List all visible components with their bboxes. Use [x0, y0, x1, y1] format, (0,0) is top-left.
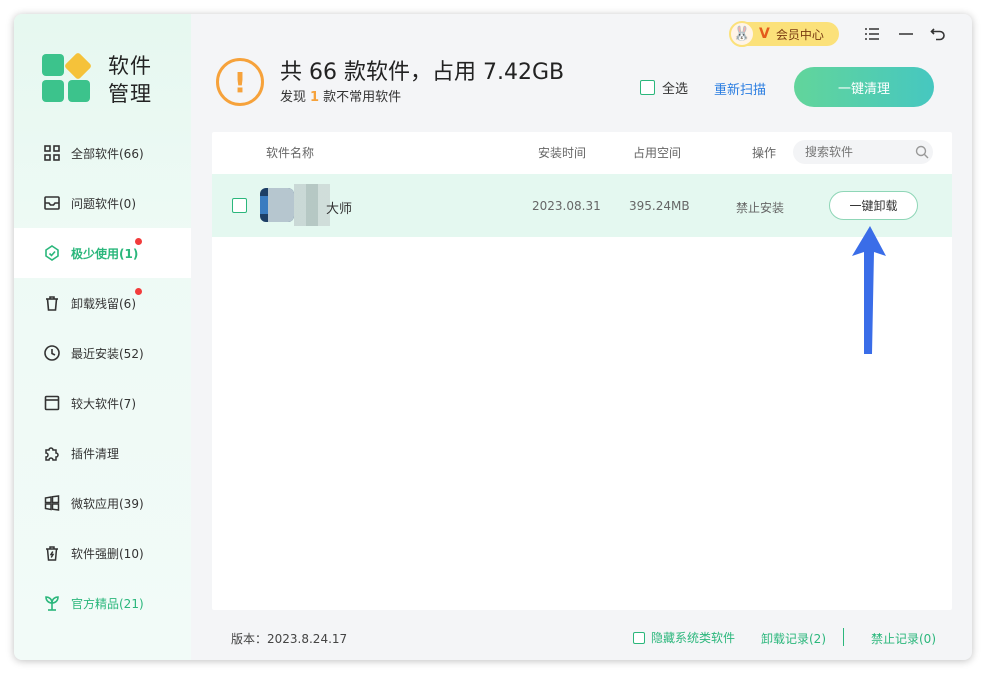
- hide-system-checkbox[interactable]: 隐藏系统类软件: [633, 629, 735, 646]
- arrow-up-icon: [852, 226, 886, 354]
- sidebar-item-official[interactable]: 官方精品(21): [14, 578, 191, 628]
- sidebar-item-recent[interactable]: 最近安装(52): [14, 328, 191, 378]
- notification-badge: [135, 238, 142, 245]
- table-row[interactable]: 大师 2023.08.31 395.24MB 禁止安装 一键卸载: [212, 174, 952, 237]
- block-records-link[interactable]: 禁止记录(0): [871, 630, 936, 647]
- sidebar-nav: 全部软件(66) 问题软件(0) 极少使用(1) 卸载残留(6) 最近安装(52…: [14, 128, 191, 628]
- block-install-link[interactable]: 禁止安装: [736, 199, 784, 216]
- sidebar-item-label: 软件强删(10): [71, 546, 144, 561]
- sidebar-item-label: 微软应用(39): [71, 496, 144, 511]
- sidebar: 软件管理 全部软件(66) 问题软件(0) 极少使用(1) 卸载残留(6) 最近…: [14, 14, 191, 660]
- header-size: 占用空间: [633, 146, 682, 160]
- header-name: 软件名称: [266, 146, 315, 160]
- grid-icon: [42, 143, 62, 163]
- vip-center-button[interactable]: 🐰 V 会员中心: [729, 21, 839, 47]
- sidebar-item-label: 官方精品(21): [71, 596, 144, 611]
- divider: [843, 628, 844, 646]
- puzzle-icon: [42, 443, 62, 463]
- sidebar-item-plugins[interactable]: 插件清理: [14, 428, 191, 478]
- software-table: 软件名称 安装时间 占用空间 操作 大师 2023.08.31 395.24MB…: [212, 132, 952, 610]
- sidebar-item-label: 卸载残留(6): [71, 296, 136, 311]
- select-all-label: 全选: [662, 82, 689, 97]
- sidebar-item-label: 较大软件(7): [71, 396, 136, 411]
- footer: 版本：2023.8.24.17 隐藏系统类软件 卸载记录(2) 禁止记录(0): [191, 620, 972, 660]
- app-logo-icon: [42, 51, 94, 104]
- summary-sub-prefix: 发现: [280, 90, 307, 105]
- search-box[interactable]: [793, 140, 933, 164]
- install-time: 2023.08.31: [532, 199, 601, 213]
- search-input[interactable]: [805, 145, 911, 159]
- sidebar-item-rarely-used[interactable]: 极少使用(1): [14, 228, 191, 278]
- select-all-checkbox[interactable]: 全选: [640, 78, 688, 97]
- size: 395.24MB: [629, 199, 690, 213]
- recycle-icon: [42, 243, 62, 263]
- sidebar-item-label: 最近安装(52): [71, 346, 144, 361]
- sidebar-item-label: 极少使用(1): [71, 246, 139, 261]
- sidebar-item-force-delete[interactable]: 软件强删(10): [14, 528, 191, 578]
- pixelated-mosaic: [294, 184, 330, 226]
- trash-icon: [42, 293, 62, 313]
- sidebar-item-label: 全部软件(66): [71, 146, 144, 161]
- sidebar-item-large[interactable]: 较大软件(7): [14, 378, 191, 428]
- uninstall-button[interactable]: 一键卸载: [829, 191, 918, 220]
- vip-center-label: 会员中心: [775, 27, 824, 42]
- force-delete-icon: [42, 543, 62, 563]
- clock-icon: [42, 343, 62, 363]
- clean-all-button[interactable]: 一键清理: [794, 67, 934, 107]
- sidebar-item-problem[interactable]: 问题软件(0): [14, 178, 191, 228]
- search-icon: [915, 145, 929, 159]
- app-title: 软件管理: [108, 54, 152, 106]
- summary-count: 1: [310, 90, 320, 105]
- app-name: 大师: [326, 202, 353, 217]
- inbox-icon: [42, 193, 62, 213]
- sidebar-item-leftovers[interactable]: 卸载残留(6): [14, 278, 191, 328]
- sidebar-item-label: 插件清理: [71, 446, 120, 461]
- header-install-time: 安装时间: [538, 146, 587, 160]
- rabbit-avatar-icon: 🐰: [729, 21, 755, 47]
- sidebar-item-microsoft[interactable]: 微软应用(39): [14, 478, 191, 528]
- back-icon[interactable]: [928, 24, 948, 44]
- hide-system-label: 隐藏系统类软件: [651, 631, 736, 645]
- sprout-icon: [42, 593, 62, 613]
- windows-icon: [42, 493, 62, 513]
- summary-sub-suffix: 款不常用软件: [323, 90, 402, 105]
- uninstall-records-link[interactable]: 卸载记录(2): [761, 630, 826, 647]
- checkbox[interactable]: [640, 80, 655, 95]
- sidebar-item-all[interactable]: 全部软件(66): [14, 128, 191, 178]
- menu-icon[interactable]: [862, 24, 882, 44]
- checkbox[interactable]: [633, 631, 645, 644]
- minimize-icon[interactable]: [896, 24, 916, 44]
- version-label: 版本：2023.8.24.17: [231, 632, 348, 646]
- sidebar-item-label: 问题软件(0): [71, 196, 136, 211]
- warning-icon: !: [216, 58, 264, 106]
- summary-title: 共 66 款软件，占用 7.42GB: [280, 60, 565, 85]
- rescan-link[interactable]: 重新扫描: [714, 79, 766, 98]
- header-action: 操作: [752, 146, 777, 160]
- table-header: 软件名称 安装时间 占用空间 操作: [212, 132, 952, 172]
- vip-badge: V: [759, 26, 770, 42]
- window-icon: [42, 393, 62, 413]
- row-checkbox[interactable]: [232, 198, 247, 213]
- summary-subtitle: 发现 1 款不常用软件: [280, 86, 401, 105]
- app-window: 软件管理 全部软件(66) 问题软件(0) 极少使用(1) 卸载残留(6) 最近…: [14, 14, 972, 660]
- app-icon: [260, 188, 294, 222]
- notification-badge: [135, 288, 142, 295]
